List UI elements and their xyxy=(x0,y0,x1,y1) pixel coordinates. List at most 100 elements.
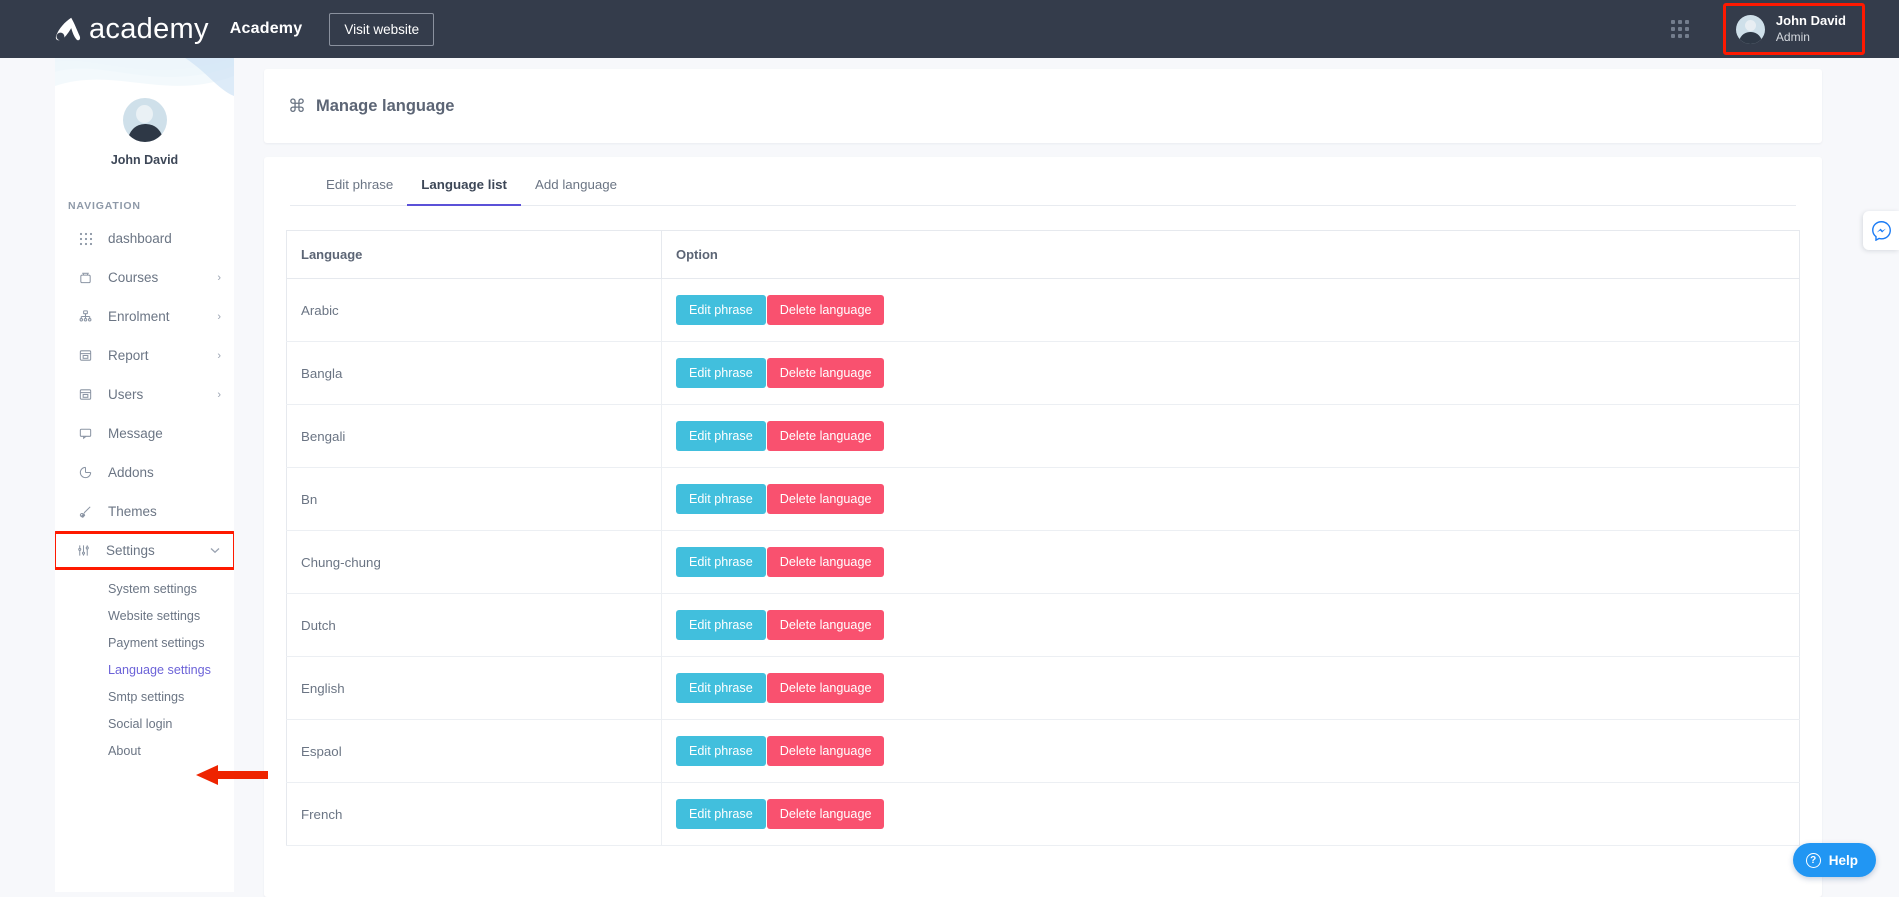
sidebar-item-users[interactable]: Users › xyxy=(55,375,234,414)
user-text-group: John David Admin xyxy=(1776,13,1846,44)
sidebar-item-dashboard[interactable]: dashboard xyxy=(55,219,234,258)
sidebar-item-themes[interactable]: Themes xyxy=(55,492,234,531)
chevron-right-icon: › xyxy=(217,389,221,401)
delete-language-button[interactable]: Delete language xyxy=(767,295,885,325)
cell-language: Bengali xyxy=(287,405,662,468)
tab-language-list[interactable]: Language list xyxy=(407,177,521,205)
avatar xyxy=(1736,15,1765,44)
cell-option: Edit phraseDelete language xyxy=(662,468,1800,531)
cell-option: Edit phraseDelete language xyxy=(662,405,1800,468)
help-button-label: Help xyxy=(1829,853,1858,868)
tab-bar: Edit phrase Language list Add language xyxy=(290,157,1796,206)
sidebar-item-label: Report xyxy=(108,348,149,363)
table-row: BanglaEdit phraseDelete language xyxy=(287,342,1800,405)
edit-phrase-button[interactable]: Edit phrase xyxy=(676,547,766,577)
sidebar-item-label: Users xyxy=(108,387,143,402)
chat-bubble-icon xyxy=(77,425,94,442)
user-role: Admin xyxy=(1776,30,1846,45)
archive-icon xyxy=(77,347,94,364)
table-row: EspaolEdit phraseDelete language xyxy=(287,720,1800,783)
cell-option: Edit phraseDelete language xyxy=(662,531,1800,594)
delete-language-button[interactable]: Delete language xyxy=(767,421,885,451)
messenger-chat-button[interactable] xyxy=(1863,211,1899,250)
table-header-row: Language Option xyxy=(287,231,1800,279)
annotation-arrow-icon xyxy=(196,763,268,787)
sidebar-subitem-label: System settings xyxy=(108,582,197,596)
sitemap-icon xyxy=(77,308,94,325)
cell-language: French xyxy=(287,783,662,846)
sidebar-subitem-website-settings[interactable]: Website settings xyxy=(55,602,234,629)
messenger-icon xyxy=(1871,220,1892,241)
delete-language-button[interactable]: Delete language xyxy=(767,547,885,577)
edit-phrase-button[interactable]: Edit phrase xyxy=(676,358,766,388)
cell-language: Bn xyxy=(287,468,662,531)
table-row: ArabicEdit phraseDelete language xyxy=(287,279,1800,342)
main-content: ⌘ Manage language Edit phrase Language l… xyxy=(255,58,1846,892)
sidebar-item-label: Courses xyxy=(108,270,158,285)
sidebar-subitem-label: Website settings xyxy=(108,609,200,623)
sidebar-item-settings[interactable]: Settings xyxy=(55,531,234,570)
tab-add-language[interactable]: Add language xyxy=(521,177,631,205)
help-button[interactable]: ? Help xyxy=(1793,843,1876,877)
grid-dots-icon xyxy=(77,230,94,247)
sidebar-item-label: Enrolment xyxy=(108,309,170,324)
sidebar-item-label: Message xyxy=(108,426,163,441)
archive-icon xyxy=(77,386,94,403)
edit-phrase-button[interactable]: Edit phrase xyxy=(676,295,766,325)
edit-phrase-button[interactable]: Edit phrase xyxy=(676,610,766,640)
edit-phrase-button[interactable]: Edit phrase xyxy=(676,673,766,703)
top-bar: academy Academy Visit website John David… xyxy=(0,0,1899,58)
page-title: Manage language xyxy=(316,97,454,116)
cell-language: Chung-chung xyxy=(287,531,662,594)
chevron-right-icon: › xyxy=(217,272,221,284)
delete-language-button[interactable]: Delete language xyxy=(767,673,885,703)
sidebar-item-label: Themes xyxy=(108,504,157,519)
cell-option: Edit phraseDelete language xyxy=(662,342,1800,405)
sidebar-item-label: dashboard xyxy=(108,231,172,246)
edit-phrase-button[interactable]: Edit phrase xyxy=(676,799,766,829)
sidebar-subitem-payment-settings[interactable]: Payment settings xyxy=(55,629,234,656)
sidebar-subitem-smtp-settings[interactable]: Smtp settings xyxy=(55,683,234,710)
sidebar-subitem-about[interactable]: About xyxy=(55,737,234,764)
academy-logo-icon xyxy=(52,14,82,44)
sidebar-subitem-language-settings[interactable]: Language settings xyxy=(55,656,234,683)
delete-language-button[interactable]: Delete language xyxy=(767,610,885,640)
sidebar-item-report[interactable]: Report › xyxy=(55,336,234,375)
language-panel-card: Edit phrase Language list Add language L… xyxy=(264,157,1822,897)
delete-language-button[interactable]: Delete language xyxy=(767,799,885,829)
delete-language-button[interactable]: Delete language xyxy=(767,736,885,766)
topbar-right-group: John David Admin xyxy=(1671,3,1865,54)
tab-edit-phrase[interactable]: Edit phrase xyxy=(312,177,407,205)
cell-language: English xyxy=(287,657,662,720)
table-head: Language Option xyxy=(287,231,1800,279)
sidebar-item-addons[interactable]: Addons xyxy=(55,453,234,492)
sidebar-subitem-label: About xyxy=(108,744,141,758)
question-mark-icon: ? xyxy=(1806,853,1821,868)
visit-website-button[interactable]: Visit website xyxy=(329,13,434,46)
apps-grid-icon[interactable] xyxy=(1671,20,1689,38)
sidebar-item-enrolment[interactable]: Enrolment › xyxy=(55,297,234,336)
sidebar-subitem-label: Language settings xyxy=(108,663,211,677)
pie-chart-icon xyxy=(77,464,94,481)
edit-phrase-button[interactable]: Edit phrase xyxy=(676,736,766,766)
table-row: BengaliEdit phraseDelete language xyxy=(287,405,1800,468)
logo-wordmark: academy xyxy=(89,15,209,44)
edit-phrase-button[interactable]: Edit phrase xyxy=(676,421,766,451)
user-profile-menu[interactable]: John David Admin xyxy=(1723,3,1865,54)
sidebar-subitem-system-settings[interactable]: System settings xyxy=(55,575,234,602)
sidebar-subitem-social-login[interactable]: Social login xyxy=(55,710,234,737)
sidebar-item-message[interactable]: Message xyxy=(55,414,234,453)
sidebar-item-label: Settings xyxy=(106,543,155,558)
delete-language-button[interactable]: Delete language xyxy=(767,484,885,514)
sidebar-item-courses[interactable]: Courses › xyxy=(55,258,234,297)
table-body: ArabicEdit phraseDelete languageBanglaEd… xyxy=(287,279,1800,846)
edit-phrase-button[interactable]: Edit phrase xyxy=(676,484,766,514)
cell-option: Edit phraseDelete language xyxy=(662,720,1800,783)
cell-language: Arabic xyxy=(287,279,662,342)
delete-language-button[interactable]: Delete language xyxy=(767,358,885,388)
user-name: John David xyxy=(1776,13,1846,29)
brand-logo[interactable]: academy xyxy=(52,14,209,44)
cell-option: Edit phraseDelete language xyxy=(662,657,1800,720)
table-row: French Edit phraseDelete language xyxy=(287,783,1800,846)
cell-option: Edit phraseDelete language xyxy=(662,279,1800,342)
